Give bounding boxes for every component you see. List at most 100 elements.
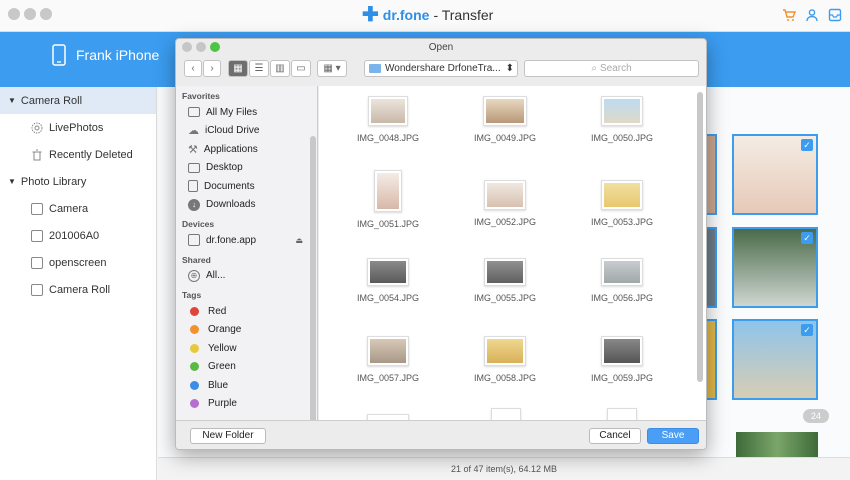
sidebar-section-photo-library[interactable]: ▼ Photo Library [0,168,156,195]
disk-icon [188,234,200,247]
photo-thumbnail[interactable]: ✓ [732,134,818,215]
photo-thumbnail[interactable]: ✓ [732,227,818,308]
tag-red[interactable]: Red [176,302,317,321]
message-icon[interactable] [828,8,842,22]
sidebar-item-openscreen[interactable]: openscreen [0,249,156,276]
dialog-zoom-button[interactable] [210,42,220,52]
zoom-window-button[interactable] [40,8,52,20]
sidebar-item-recently-deleted[interactable]: Recently Deleted [0,141,156,168]
file-thumbnail [601,258,643,286]
item-label: dr.fone.app [206,234,257,246]
item-label: Downloads [206,199,256,211]
file-item[interactable]: IMG_0051.JPG [333,170,443,229]
tags-header: Tags [182,290,202,300]
minimize-window-button[interactable] [24,8,36,20]
tag-blue[interactable]: Blue [176,376,317,395]
all-files-icon [188,107,200,118]
item-label: Blue [208,379,229,391]
file-thumbnail [367,336,409,366]
sidebar-scrollbar[interactable] [310,136,316,420]
file-item[interactable]: IMG_0052.JPG [450,180,560,227]
tag-green[interactable]: Green [176,358,317,377]
sidebar-item-livephotos[interactable]: LivePhotos [0,114,156,141]
tag-yellow[interactable]: Yellow [176,339,317,358]
dialog-title-bar: Open [176,39,706,56]
open-dialog: Open ‹ › ▦ ☰ ▥ ▭ ▦ ▾ Wondershare DrfoneT… [175,38,707,450]
file-item[interactable]: IMG_0048.JPG [333,96,443,143]
tag-purple[interactable]: Purple [176,395,317,414]
user-icon[interactable] [805,8,819,22]
sidebar-item-201006a0[interactable]: 201006A0 [0,222,156,249]
search-icon: ⌕ [591,63,597,74]
sidebar-item-desktop[interactable]: Desktop [176,159,317,178]
file-thumbnail [374,170,402,212]
new-folder-button[interactable]: New Folder [190,428,266,444]
arrange-menu-button[interactable]: ▦ ▾ [317,60,347,77]
back-button[interactable]: ‹ [184,60,202,77]
sidebar-item-applications[interactable]: ⚒ Applications [176,140,317,159]
close-window-button[interactable] [8,8,20,20]
status-bar: 21 of 47 item(s), 64.12 MB [158,457,850,480]
documents-icon [188,180,198,193]
file-item[interactable]: IMG_0055.JPG [450,258,560,303]
file-item[interactable]: IMG_0056.JPG [567,258,677,303]
sidebar-item-all-my-files[interactable]: All My Files [176,103,317,122]
photo-thumbnail[interactable] [736,432,818,457]
checked-icon[interactable]: ✓ [801,232,813,244]
icon-view-button[interactable]: ▦ [228,60,248,77]
sidebar-item-downloads[interactable]: ↓ Downloads [176,196,317,215]
device-name: Frank iPhone [76,47,160,63]
column-view-button[interactable]: ▥ [270,60,290,77]
dialog-minimize-button[interactable] [196,42,206,52]
file-item[interactable]: IMG_0057.JPG [333,336,443,383]
save-button[interactable]: Save [647,428,699,444]
devices-header: Devices [182,219,215,229]
file-name: IMG_0052.JPG [473,217,537,227]
drfone-logo-icon: ✚ [362,4,379,26]
disclosure-triangle-icon[interactable]: ▼ [8,96,16,105]
sidebar-item-label: Camera [49,202,89,215]
sidebar-item-camera[interactable]: Camera [0,195,156,222]
file-item[interactable]: IMG_0058.JPG [450,336,560,383]
gallery-view-button[interactable]: ▭ [291,60,311,77]
search-field[interactable]: ⌕ Search [524,60,699,77]
checked-icon[interactable]: ✓ [801,324,813,336]
file-item[interactable]: IMG_0059.JPG [567,336,677,383]
checked-icon[interactable]: ✓ [801,139,813,151]
disclosure-triangle-icon[interactable]: ▼ [8,177,16,186]
eject-icon[interactable]: ⏏ [295,236,303,245]
photo-thumbnail[interactable]: ✓ [732,319,818,400]
iphone-icon [52,44,66,66]
device-selector[interactable]: Frank iPhone [52,44,159,66]
sidebar-item-icloud-drive[interactable]: ☁ iCloud Drive [176,122,317,141]
sidebar-item-documents[interactable]: Documents [176,177,317,196]
file-thumbnail [484,258,526,286]
files-scrollbar[interactable] [697,92,703,382]
file-thumbnail [601,336,643,366]
path-popup[interactable]: Wondershare DrfoneTra... ⬍ [364,60,518,77]
title-bar: ✚ dr.fone - Transfer [0,0,850,32]
cloud-icon: ☁ [188,125,199,138]
sidebar-item-drfone-app[interactable]: dr.fone.app ⏏ [176,231,317,250]
dialog-close-button[interactable] [182,42,192,52]
file-name: IMG_0056.JPG [590,293,654,303]
favorites-header: Favorites [182,91,220,101]
sidebar-item-label: Camera Roll [49,283,111,296]
file-item[interactable]: IMG_0050.JPG [567,96,677,143]
cart-icon[interactable] [782,8,797,22]
tag-color-icon [190,362,199,372]
forward-button[interactable]: › [203,60,221,77]
list-view-button[interactable]: ☰ [249,60,269,77]
file-item[interactable]: IMG_0053.JPG [567,180,677,227]
file-item[interactable]: IMG_0049.JPG [450,96,560,143]
sidebar-item-camera-roll-album[interactable]: Camera Roll [0,276,156,303]
downloads-icon: ↓ [188,198,200,211]
file-item[interactable]: IMG_0054.JPG [333,258,443,303]
tag-orange[interactable]: Orange [176,321,317,340]
file-thumbnail [367,258,409,286]
sidebar-section-camera-roll[interactable]: ▼ Camera Roll [0,87,156,114]
sidebar-item-shared-all[interactable]: ⊕ All... [176,267,317,286]
cancel-button[interactable]: Cancel [589,428,641,444]
file-name: IMG_0055.JPG [473,293,537,303]
sidebar: ▼ Camera Roll LivePhotos Recently Delete… [0,87,157,480]
